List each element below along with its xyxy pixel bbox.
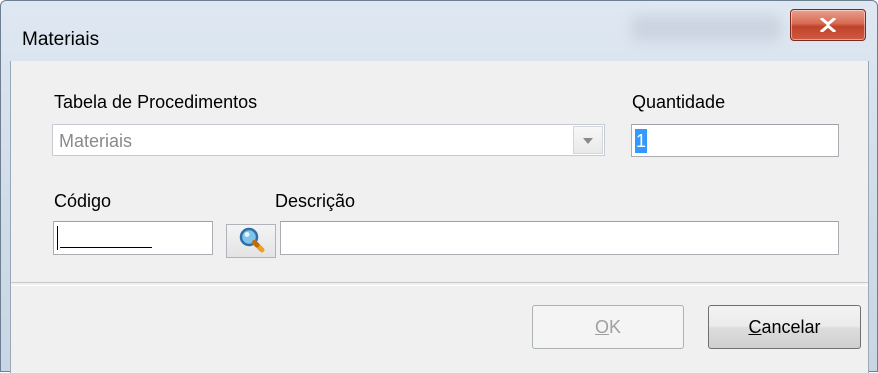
button-separator [11,282,868,286]
quantidade-input[interactable]: 1 [631,124,839,157]
cancel-button[interactable]: Cancelar [708,305,861,349]
cancel-accelerator: C [748,316,762,337]
descricao-input[interactable] [280,221,839,255]
ok-button[interactable]: OK [532,305,684,349]
descricao-label: Descrição [275,191,356,211]
magnifier-icon [236,225,266,258]
window-title: Materiais [22,29,100,50]
background-blur [631,15,781,41]
cancel-label-rest: ancelar [761,316,821,337]
codigo-label: Código [54,191,112,211]
tabela-value: Materiais [59,131,133,151]
codigo-input[interactable] [53,221,213,255]
dropdown-button[interactable] [573,126,603,154]
chevron-down-icon [583,131,593,149]
title-bar[interactable]: Materiais [1,1,877,61]
close-button[interactable] [790,9,866,41]
dialog-window: Materiais Tabela de Procedimentos Materi… [0,0,878,373]
codigo-mask [60,247,152,248]
ok-accelerator: O [594,316,609,337]
search-code-button[interactable] [226,224,276,258]
text-caret [57,226,58,250]
quantidade-label: Quantidade [632,92,726,112]
quantidade-value: 1 [635,129,648,153]
tabela-label: Tabela de Procedimentos [54,92,258,112]
ok-label-rest: K [609,316,622,337]
dialog-body: Tabela de Procedimentos Materiais Quanti… [10,61,869,373]
close-icon [820,18,836,32]
tabela-combobox[interactable]: Materiais [52,124,605,156]
